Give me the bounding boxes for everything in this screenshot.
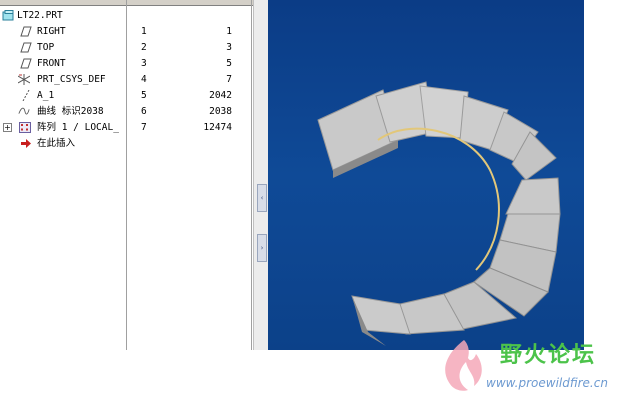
expand-toggle[interactable]: + [3, 123, 12, 132]
insert-arrow-icon [21, 139, 31, 148]
tree-item-label: 曲线 标识2038 [37, 106, 104, 117]
collapse-panel-button[interactable]: ‹ [257, 184, 267, 212]
tree-item-id: 2038 [209, 106, 232, 117]
spiral-staircase-model [317, 81, 561, 346]
tree-item-number: 5 [141, 90, 147, 101]
stair-steps [317, 81, 561, 346]
tree-item-id: 12474 [203, 122, 232, 133]
curve-icon [18, 107, 30, 115]
tree-item-number: 6 [141, 106, 147, 117]
tree-item-label: A_1 [37, 90, 55, 101]
column-divider[interactable] [126, 0, 127, 350]
tree-item-label: 阵列 1 / LOCAL_ [37, 122, 119, 133]
tree-item-number: 3 [141, 58, 147, 69]
tree-root-label: LT22.PRT [17, 10, 63, 21]
watermark-title: 野火论坛 [500, 343, 597, 368]
tree-item-id: 5 [226, 58, 232, 69]
graphics-viewport[interactable] [268, 0, 584, 350]
part-icon [2, 10, 14, 21]
flame-logo-icon [445, 340, 482, 391]
tree-item-id: 3 [226, 42, 232, 53]
column-divider[interactable] [251, 0, 252, 350]
tree-item-label: 在此插入 [37, 138, 76, 149]
watermark-url: www.proewildfire.cn [486, 376, 608, 390]
datum-plane-icon [20, 26, 32, 37]
tree-item-number: 1 [141, 26, 147, 37]
expand-panel-button[interactable]: › [257, 234, 267, 262]
tree-item-id: 2042 [209, 90, 232, 101]
tree-item-id: 7 [226, 74, 232, 85]
tree-item-label: FRONT [37, 58, 66, 69]
tree-item-label: PRT_CSYS_DEF [37, 74, 106, 85]
forum-watermark: 野火论坛 www.proewildfire.cn [430, 334, 640, 400]
csys-icon [18, 74, 30, 85]
tree-item-number: 4 [141, 74, 147, 85]
tree-item-label: RIGHT [37, 26, 66, 37]
datum-plane-icon [20, 58, 32, 69]
tree-item-id: 1 [226, 26, 232, 37]
pattern-icon [19, 122, 31, 133]
panel-splitter[interactable] [253, 0, 269, 350]
tree-item-number: 2 [141, 42, 147, 53]
axis-icon [22, 90, 30, 101]
tree-item-number: 7 [141, 122, 147, 133]
datum-plane-icon [20, 42, 32, 53]
tree-item-label: TOP [37, 42, 55, 53]
